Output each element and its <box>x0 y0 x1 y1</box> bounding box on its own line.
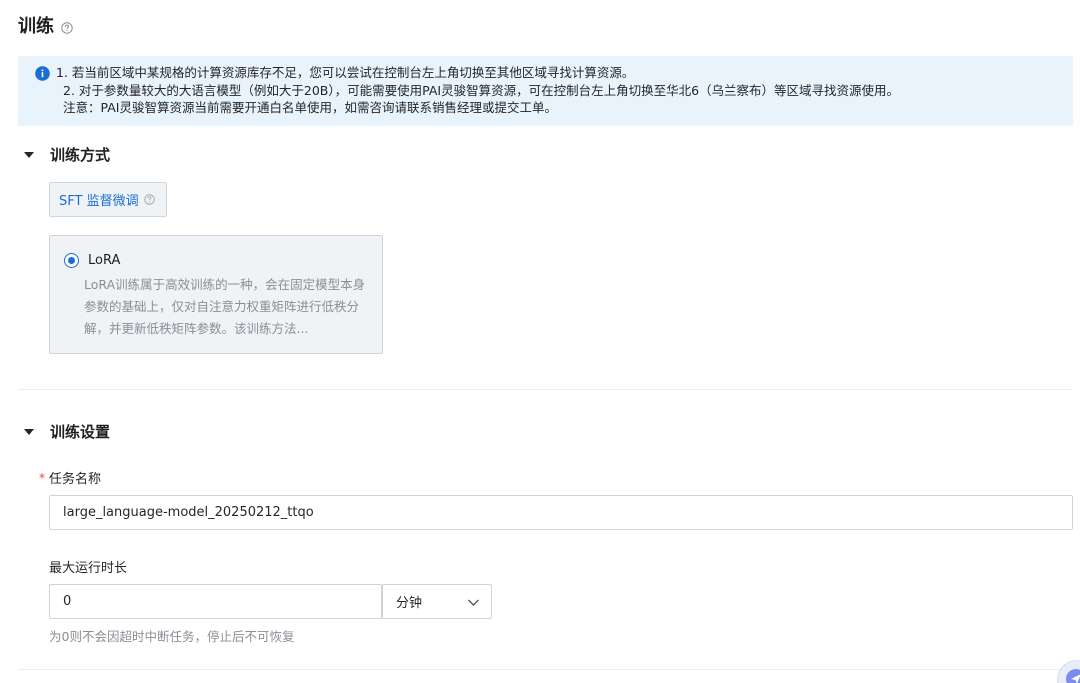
max-runtime-hint: 为0则不会因超时中断任务，停止后不可恢复 <box>49 629 295 644</box>
max-runtime-label-text: 最大运行时长 <box>49 561 128 576</box>
runtime-unit-value: 分钟 <box>396 596 423 611</box>
runtime-unit-select[interactable]: 分钟 <box>382 584 492 619</box>
caret-down-icon[interactable] <box>24 428 34 435</box>
max-runtime-label: 最大运行时长 <box>49 557 127 576</box>
task-name-label: * 任务名称 <box>39 468 102 488</box>
section-divider <box>18 669 1073 670</box>
option-description: LoRA训练属于高效训练的一种，会在固定模型本身参数的基础上，仅对自注意力权重矩… <box>84 277 366 336</box>
tab-label: SFT 监督微调 <box>59 194 139 209</box>
info-notice: 1. 若当前区域中某规格的计算资源库存不足，您可以尝试在控制台左上角切换至其他区… <box>18 56 1073 126</box>
info-icon <box>35 66 50 81</box>
lora-option-card[interactable]: LoRA LoRA训练属于高效训练的一种，会在固定模型本身参数的基础上，仅对自注… <box>49 235 383 354</box>
notice-line: 2. 对于参数量较大的大语言模型（例如大于20B），可能需要使用PAI灵骏智算资… <box>63 82 900 98</box>
section-divider <box>18 389 1073 390</box>
section-header-training-settings[interactable]: 训练设置 <box>24 421 110 442</box>
notice-lines: 1. 若当前区域中某规格的计算资源库存不足，您可以尝试在控制台左上角切换至其他区… <box>56 64 1073 117</box>
lora-radio[interactable] <box>64 253 79 268</box>
task-name-input[interactable] <box>49 495 1073 530</box>
caret-down-icon[interactable] <box>24 151 34 158</box>
title-row: 训练 <box>18 12 73 38</box>
page-title: 训练 <box>18 16 54 37</box>
assistant-icon <box>1066 669 1080 683</box>
chevron-down-icon <box>467 596 480 609</box>
max-runtime-input[interactable] <box>49 584 382 619</box>
tab-sft[interactable]: SFT 监督微调 <box>49 182 167 217</box>
section-header-training-method[interactable]: 训练方式 <box>24 144 110 165</box>
radio-selected-dot <box>67 256 75 264</box>
task-name-label-text: 任务名称 <box>49 472 102 487</box>
required-mark: * <box>39 470 45 485</box>
help-circle-icon[interactable] <box>61 19 73 34</box>
option-name: LoRA <box>88 253 121 268</box>
notice-line: 注意：PAI灵骏智算资源当前需要开通白名单使用，如需咨询请联系销售经理或提交工单… <box>63 100 557 115</box>
help-circle-icon[interactable] <box>143 194 155 205</box>
assistant-float-button[interactable] <box>1057 660 1080 683</box>
training-config-page: 训练 1. 若当前区域中某规格的计算资源库存不足，您可以尝试在控制台左上角切换至… <box>0 0 1080 683</box>
section-title: 训练设置 <box>50 423 111 441</box>
notice-line: 1. 若当前区域中某规格的计算资源库存不足，您可以尝试在控制台左上角切换至其他区… <box>56 65 635 80</box>
section-title: 训练方式 <box>50 146 111 164</box>
